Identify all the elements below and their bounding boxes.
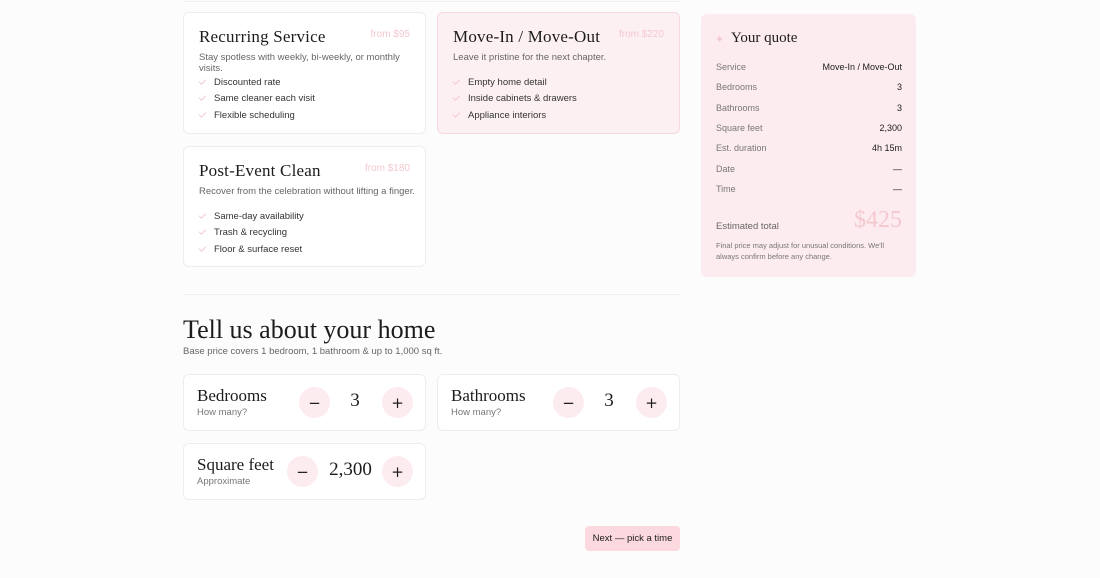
feature-label: Discounted rate	[214, 76, 281, 88]
stepper-value: 3	[604, 390, 614, 411]
quote-row-bedrooms: Bedrooms 3	[716, 82, 902, 92]
service-description: Recover from the celebration without lif…	[199, 186, 415, 197]
stepper-title: Square feet	[197, 455, 274, 474]
service-title: Move-In / Move-Out	[453, 27, 601, 46]
quote-row-duration: Est. duration 4h 15m	[716, 143, 902, 153]
feature-item: Empty home detail	[452, 74, 577, 91]
stepper-subtitle: Approximate	[197, 476, 251, 487]
page-title: Tell us about your home	[183, 315, 436, 344]
quote-title: Your quote	[731, 30, 798, 46]
service-title: Post-Event Clean	[199, 161, 321, 180]
quote-row-service: Service Move-In / Move-Out	[716, 62, 902, 72]
feature-label: Same-day availability	[214, 210, 304, 222]
increment-button[interactable]: +	[382, 387, 413, 418]
check-icon	[198, 210, 207, 219]
feature-label: Empty home detail	[468, 76, 547, 88]
quote-row-label: Service	[716, 62, 747, 72]
service-price: from $220	[618, 29, 664, 40]
service-card-move-in-out[interactable]: Move-In / Move-Out from $220 Leave it pr…	[437, 12, 680, 134]
service-title: Recurring Service	[199, 27, 326, 46]
feature-label: Inside cabinets & drawers	[468, 93, 577, 105]
quote-row-label: Date	[716, 164, 736, 174]
feature-item: Same-day availability	[198, 208, 304, 225]
check-icon	[452, 76, 461, 85]
quote-row-time: Time —	[716, 184, 902, 194]
quote-row-label: Square feet	[716, 123, 763, 133]
sparkle-icon: ✦	[715, 34, 725, 46]
service-price: from $95	[370, 29, 410, 40]
service-description: Stay spotless with weekly, bi-weekly, or…	[199, 52, 400, 74]
quote-row-label: Time	[716, 184, 736, 194]
bedrooms-stepper: Bedrooms How many? − 3 +	[183, 374, 426, 431]
estimated-total-value: $425	[854, 207, 902, 233]
decrement-button[interactable]: −	[553, 387, 584, 418]
quote-row-bathrooms: Bathrooms 3	[716, 103, 902, 113]
quote-row-value: 2,300	[879, 123, 902, 133]
estimated-total-label: Estimated total	[716, 221, 779, 232]
feature-item: Floor & surface reset	[198, 241, 304, 258]
stepper-subtitle: How many?	[451, 407, 502, 418]
decrement-button[interactable]: −	[287, 456, 318, 487]
service-card-post-event[interactable]: Post-Event Clean from $180 Recover from …	[183, 146, 426, 267]
decrement-button[interactable]: −	[299, 387, 330, 418]
service-price: from $180	[364, 163, 410, 174]
feature-label: Flexible scheduling	[214, 109, 295, 121]
stepper-title: Bathrooms	[451, 386, 526, 405]
section-divider	[183, 294, 680, 295]
stepper-value: 3	[350, 390, 360, 411]
previous-section-edge	[183, 0, 680, 2]
stepper-subtitle: How many?	[197, 407, 248, 418]
increment-button[interactable]: +	[382, 456, 413, 487]
quote-row-value: 3	[896, 103, 902, 113]
stepper-title: Bedrooms	[197, 386, 267, 405]
quote-row-value: —	[893, 184, 902, 194]
feature-item: Flexible scheduling	[198, 107, 315, 124]
quote-row-value: Move-In / Move-Out	[822, 62, 902, 72]
quote-row-square-feet: Square feet 2,300	[716, 123, 902, 133]
service-card-recurring[interactable]: Recurring Service from $95 Stay spotless…	[183, 12, 426, 134]
feature-item: Appliance interiors	[452, 107, 577, 124]
square-feet-stepper: Square feet Approximate − 2,300 +	[183, 443, 426, 500]
increment-button[interactable]: +	[636, 387, 667, 418]
feature-item: Same cleaner each visit	[198, 91, 315, 108]
check-icon	[198, 93, 207, 102]
stepper-value: 2,300	[329, 459, 372, 480]
feature-list: Discounted rate Same cleaner each visit …	[198, 74, 315, 124]
feature-item: Trash & recycling	[198, 225, 304, 242]
check-icon	[198, 227, 207, 236]
quote-row-label: Bathrooms	[716, 103, 760, 113]
quote-row-date: Date —	[716, 164, 902, 174]
feature-list: Same-day availability Trash & recycling …	[198, 208, 304, 258]
bathrooms-stepper: Bathrooms How many? − 3 +	[437, 374, 680, 431]
quote-row-value: —	[893, 164, 902, 174]
next-button[interactable]: Next — pick a time	[585, 526, 680, 551]
quote-row-value: 4h 15m	[871, 143, 902, 153]
service-description: Leave it pristine for the next chapter.	[453, 52, 607, 63]
feature-label: Trash & recycling	[214, 227, 288, 239]
feature-label: Same cleaner each visit	[214, 93, 315, 105]
feature-list: Empty home detail Inside cabinets & draw…	[452, 74, 577, 124]
quote-panel: ✦ Your quote Service Move-In / Move-Out …	[701, 14, 916, 277]
quote-row-label: Est. duration	[716, 143, 767, 153]
check-icon	[452, 109, 461, 118]
page-subtitle: Base price covers 1 bedroom, 1 bathroom …	[183, 346, 443, 357]
feature-item: Inside cabinets & drawers	[452, 91, 577, 108]
check-icon	[198, 109, 207, 118]
check-icon	[452, 93, 461, 102]
check-icon	[198, 243, 207, 252]
feature-label: Appliance interiors	[468, 109, 547, 121]
feature-item: Discounted rate	[198, 74, 315, 91]
quote-row-label: Bedrooms	[716, 82, 758, 92]
quote-note: Final price may adjust for unusual condi…	[716, 241, 885, 261]
check-icon	[198, 76, 207, 85]
feature-label: Floor & surface reset	[214, 243, 303, 255]
quote-row-value: 3	[896, 82, 902, 92]
